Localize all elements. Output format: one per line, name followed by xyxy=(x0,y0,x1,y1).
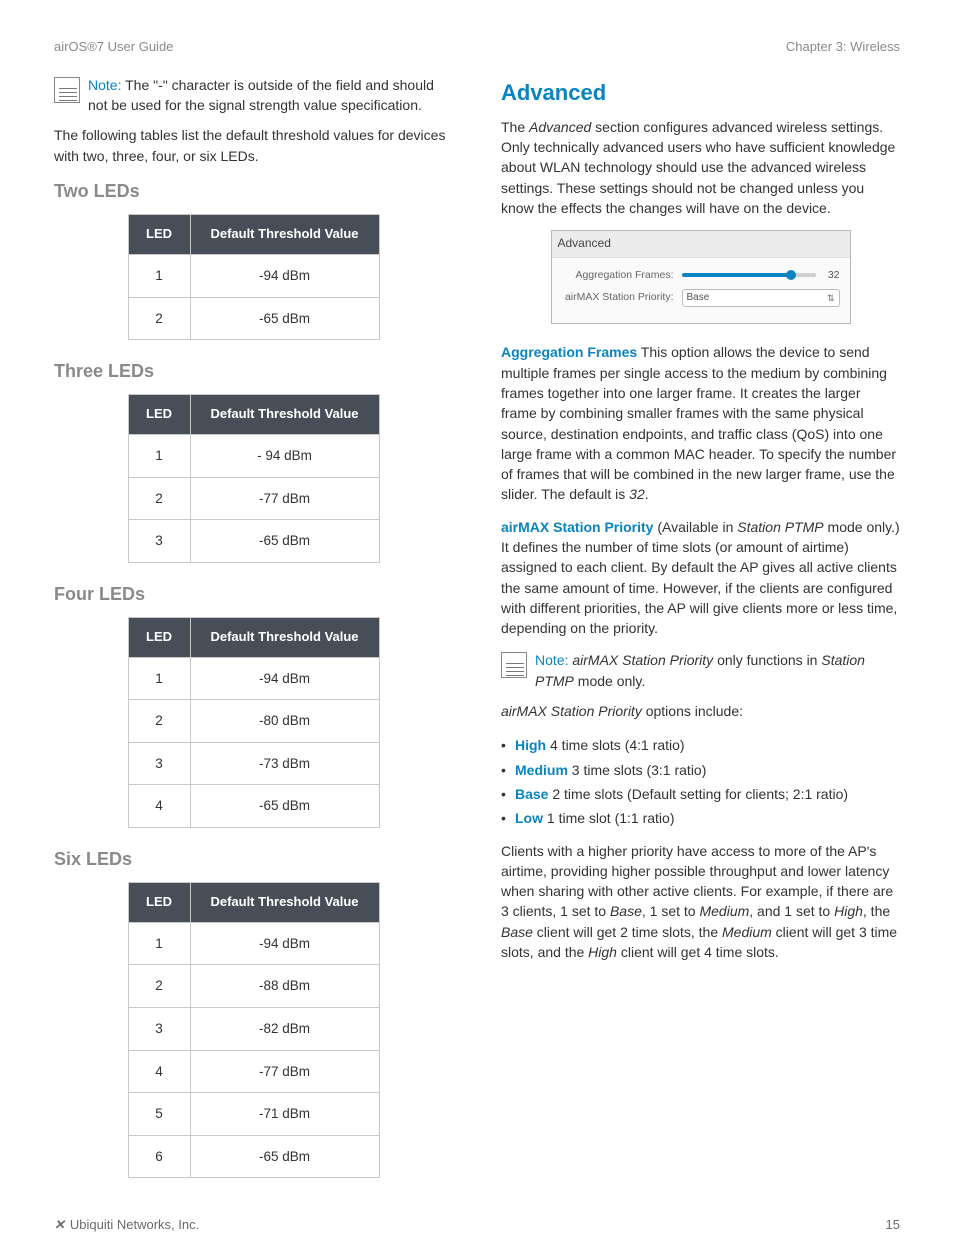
four-leds-table: LED Default Threshold Value 1-94 dBm 2-8… xyxy=(128,617,380,828)
table-row: 6-65 dBm xyxy=(128,1135,379,1178)
note-icon xyxy=(54,77,80,103)
table-row: 3-73 dBm xyxy=(128,742,379,785)
note-block-1: Note: The "-" character is outside of th… xyxy=(54,75,453,116)
ubiquiti-logo-icon: ✕ xyxy=(54,1216,64,1235)
options-intro: airMAX Station Priority options include: xyxy=(501,701,900,721)
page-header: airOS®7 User Guide Chapter 3: Wireless xyxy=(54,38,900,57)
th-led: LED xyxy=(128,617,190,657)
note-label: Note: xyxy=(535,652,568,668)
priority-options-list: High 4 time slots (4:1 ratio) Medium 3 t… xyxy=(501,733,900,830)
two-leds-table: LED Default Threshold Value 1-94 dBm 2-6… xyxy=(128,214,380,340)
note-icon xyxy=(501,652,527,678)
list-item: High 4 time slots (4:1 ratio) xyxy=(501,733,900,757)
page-footer: ✕Ubiquiti Networks, Inc. 15 xyxy=(54,1196,900,1235)
term-priority: airMAX Station Priority xyxy=(501,519,653,535)
list-item: Medium 3 time slots (3:1 ratio) xyxy=(501,758,900,782)
table-row: 1- 94 dBm xyxy=(128,435,379,478)
intro-paragraph: The following tables list the default th… xyxy=(54,125,453,166)
table-row: 3-82 dBm xyxy=(128,1007,379,1050)
table-row: 4-65 dBm xyxy=(128,785,379,828)
screenshot-label: Aggregation Frames: xyxy=(562,268,682,283)
table-row: 1-94 dBm xyxy=(128,657,379,700)
aggregation-paragraph: Aggregation Frames This option allows th… xyxy=(501,342,900,504)
six-leds-heading: Six LEDs xyxy=(54,846,453,872)
th-val: Default Threshold Value xyxy=(190,215,379,255)
table-row: 1-94 dBm xyxy=(128,254,379,297)
table-row: 2-65 dBm xyxy=(128,297,379,340)
th-val: Default Threshold Value xyxy=(190,617,379,657)
note-label: Note: xyxy=(88,77,121,93)
six-leds-table: LED Default Threshold Value 1-94 dBm 2-8… xyxy=(128,882,380,1178)
table-row: 2-88 dBm xyxy=(128,965,379,1008)
term-aggregation: Aggregation Frames xyxy=(501,344,637,360)
table-row: 4-77 dBm xyxy=(128,1050,379,1093)
screenshot-row-aggregation: Aggregation Frames: 32 xyxy=(562,268,840,283)
th-led: LED xyxy=(128,395,190,435)
priority-paragraph: airMAX Station Priority (Available in St… xyxy=(501,517,900,639)
three-leds-table: LED Default Threshold Value 1- 94 dBm 2-… xyxy=(128,394,380,563)
header-right: Chapter 3: Wireless xyxy=(786,38,900,57)
header-left: airOS®7 User Guide xyxy=(54,38,173,57)
left-column: Note: The "-" character is outside of th… xyxy=(54,75,453,1196)
table-row: 1-94 dBm xyxy=(128,922,379,965)
advanced-heading: Advanced xyxy=(501,77,900,109)
three-leds-heading: Three LEDs xyxy=(54,358,453,384)
table-row: 2-80 dBm xyxy=(128,700,379,743)
right-column: Advanced The Advanced section configures… xyxy=(501,75,900,1196)
page-number: 15 xyxy=(886,1216,900,1235)
table-row: 2-77 dBm xyxy=(128,477,379,520)
advanced-screenshot: Advanced Aggregation Frames: 32 airMAX S… xyxy=(551,230,851,324)
priority-select[interactable]: Base ⇅ xyxy=(682,289,840,308)
four-leds-heading: Four LEDs xyxy=(54,581,453,607)
th-led: LED xyxy=(128,883,190,923)
aggregation-value: 32 xyxy=(816,268,840,283)
list-item: Low 1 time slot (1:1 ratio) xyxy=(501,806,900,830)
closing-paragraph: Clients with a higher priority have acce… xyxy=(501,841,900,963)
aggregation-slider[interactable] xyxy=(682,273,816,277)
screenshot-title: Advanced xyxy=(552,231,850,257)
th-val: Default Threshold Value xyxy=(190,395,379,435)
note-text: The "-" character is outside of the fiel… xyxy=(88,77,434,113)
screenshot-row-priority: airMAX Station Priority: Base ⇅ xyxy=(562,289,840,308)
note-block-2: Note: airMAX Station Priority only funct… xyxy=(501,650,900,691)
th-val: Default Threshold Value xyxy=(190,883,379,923)
footer-company: ✕Ubiquiti Networks, Inc. xyxy=(54,1216,199,1235)
chevron-down-icon: ⇅ xyxy=(827,292,835,305)
list-item: Base 2 time slots (Default setting for c… xyxy=(501,782,900,806)
two-leds-heading: Two LEDs xyxy=(54,178,453,204)
table-row: 3-65 dBm xyxy=(128,520,379,563)
advanced-intro: The Advanced section configures advanced… xyxy=(501,117,900,218)
th-led: LED xyxy=(128,215,190,255)
table-row: 5-71 dBm xyxy=(128,1093,379,1136)
screenshot-label: airMAX Station Priority: xyxy=(562,290,682,305)
